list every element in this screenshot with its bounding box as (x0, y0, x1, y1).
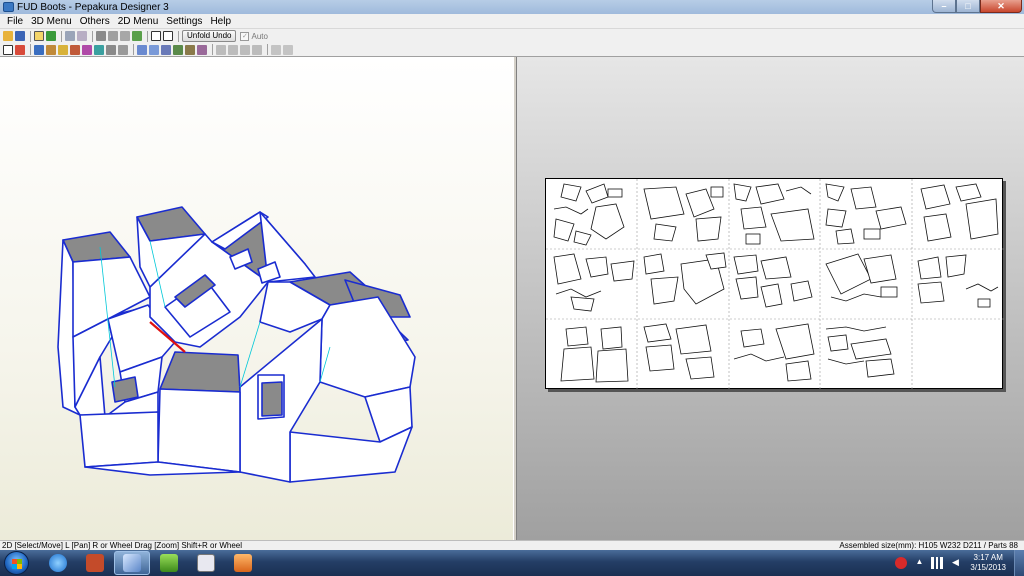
menu-bar: File 3D Menu Others 2D Menu Settings Hel… (0, 14, 1024, 28)
toolbar-separator (178, 30, 179, 42)
move-tool-icon[interactable] (58, 44, 68, 55)
join-tool-icon[interactable] (34, 44, 44, 55)
pepakura-designer-icon (123, 554, 141, 572)
paint-app-icon (234, 554, 252, 572)
zoom-icon[interactable] (271, 44, 281, 55)
window-title: FUD Boots - Pepakura Designer 3 (17, 1, 169, 13)
image-tool-icon[interactable] (94, 44, 104, 55)
menu-file[interactable]: File (3, 16, 27, 27)
pattern-pieces[interactable] (546, 179, 1004, 390)
menu-help[interactable]: Help (206, 16, 235, 27)
split-view-icon[interactable] (163, 31, 173, 41)
3d-model[interactable] (0, 57, 513, 540)
view-mode-icon[interactable] (34, 31, 44, 41)
menu-others[interactable]: Others (76, 16, 114, 27)
show-hidden-icons-icon[interactable]: ▲ (913, 557, 925, 569)
windows-logo-icon (12, 559, 22, 569)
toolbar-separator (147, 30, 148, 42)
flap-tool-icon[interactable] (70, 44, 80, 55)
open-icon[interactable] (3, 31, 13, 41)
snap-tool-icon[interactable] (118, 44, 128, 55)
page-tool-icon[interactable] (185, 44, 195, 55)
edge-tool-icon[interactable] (15, 44, 25, 55)
unfold-undo-button[interactable]: Unfold Undo (182, 30, 237, 42)
title-bar: FUD Boots - Pepakura Designer 3 – □ ✕ (0, 0, 1024, 14)
3d-view[interactable] (0, 57, 513, 540)
color-mode-icon[interactable] (46, 31, 56, 41)
menu-3d[interactable]: 3D Menu (27, 16, 76, 27)
toolbar-separator (61, 30, 62, 42)
taskbar-app-paint[interactable] (225, 551, 261, 575)
taskbar-app-pepakura-viewer[interactable] (77, 551, 113, 575)
network-icon[interactable] (931, 557, 944, 569)
undo-icon[interactable] (65, 31, 75, 41)
taskbar-app-pepakura-designer[interactable] (114, 551, 150, 575)
redo-icon[interactable] (77, 31, 87, 41)
taskbar-app-notepad[interactable] (151, 551, 187, 575)
show-desktop-button[interactable] (1014, 550, 1024, 576)
measure-tool-icon[interactable] (106, 44, 116, 55)
piece-tool-icon[interactable] (197, 44, 207, 55)
layout-tool-icon[interactable] (137, 44, 147, 55)
media-app-icon (197, 554, 215, 572)
clock-date: 3/15/2013 (970, 563, 1006, 572)
align-left-icon[interactable] (216, 44, 226, 55)
rotate-tool-icon[interactable] (46, 44, 56, 55)
system-tray: ▲ ◀ 3:17 AM 3/15/2013 (892, 550, 1024, 576)
auto-label: Auto (251, 31, 268, 41)
status-bar: 2D [Select/Move] L [Pan] R or Wheel Drag… (0, 540, 1024, 550)
pepakura-viewer-icon (86, 554, 104, 572)
toolbar-separator (212, 44, 213, 55)
volume-icon[interactable]: ◀ (949, 557, 961, 569)
taskbar: ▲ ◀ 3:17 AM 3/15/2013 (0, 550, 1024, 576)
align-top-icon[interactable] (252, 44, 262, 55)
toolbar-separator (30, 44, 31, 55)
clock[interactable]: 3:17 AM 3/15/2013 (970, 553, 1006, 573)
copy-icon[interactable] (120, 31, 130, 41)
scale-tool-icon[interactable] (161, 44, 171, 55)
menu-2d[interactable]: 2D Menu (114, 16, 163, 27)
toolbar-separator (133, 44, 134, 55)
action-center-icon[interactable] (895, 557, 908, 569)
toolbar-separator (30, 30, 31, 42)
export-icon[interactable] (132, 31, 142, 41)
notepad-plus-icon (160, 554, 178, 572)
grid-tool-icon[interactable] (173, 44, 183, 55)
print-icon[interactable] (108, 31, 118, 41)
edit-toolbar (0, 43, 1024, 57)
auto-check-icon: ✓ (240, 31, 250, 41)
taskbar-app-media[interactable] (188, 551, 224, 575)
auto-checkbox[interactable]: ✓ Auto (240, 31, 268, 41)
select-tool-icon[interactable] (3, 44, 13, 55)
toolbar-separator (92, 30, 93, 42)
pencil-icon[interactable] (96, 31, 106, 41)
main-toolbar: Unfold Undo ✓ Auto (0, 28, 1024, 43)
text-tool-icon[interactable] (82, 44, 92, 55)
close-button[interactable]: ✕ (980, 0, 1022, 13)
single-view-icon[interactable] (151, 31, 161, 41)
pepakura-app-icon[interactable] (3, 2, 14, 12)
maximize-button[interactable]: □ (956, 0, 980, 13)
2d-view[interactable] (517, 57, 1024, 540)
menu-settings[interactable]: Settings (162, 16, 206, 27)
taskbar-app-ie[interactable] (40, 551, 76, 575)
align-tool-icon[interactable] (149, 44, 159, 55)
pattern-sheet[interactable] (545, 178, 1004, 390)
start-button[interactable] (4, 551, 29, 575)
minimize-button[interactable]: – (932, 0, 956, 13)
toolbar-separator (267, 44, 268, 55)
align-center-icon[interactable] (228, 44, 238, 55)
save-icon[interactable] (15, 31, 25, 41)
internet-explorer-icon (49, 554, 67, 572)
window-controls: – □ ✕ (932, 0, 1022, 14)
clock-time: 3:17 AM (973, 553, 1003, 562)
align-right-icon[interactable] (240, 44, 250, 55)
fit-icon[interactable] (283, 44, 293, 55)
